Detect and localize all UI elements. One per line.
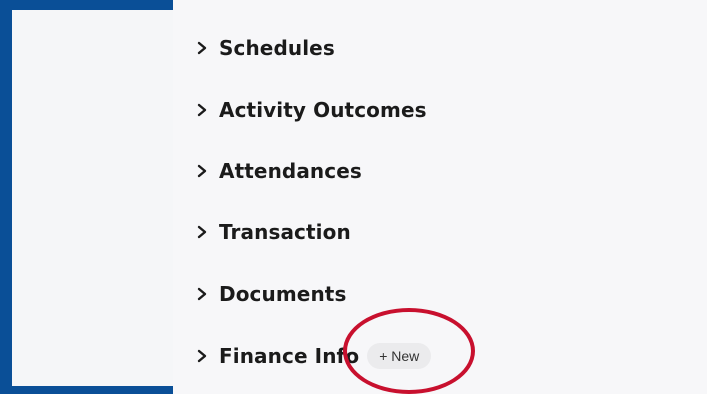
section-activity-outcomes[interactable]: Activity Outcomes <box>195 95 427 125</box>
section-finance-info[interactable]: Finance Info + New <box>195 341 432 371</box>
section-schedules[interactable]: Schedules <box>195 33 335 63</box>
section-label: Schedules <box>219 36 335 60</box>
section-documents[interactable]: Documents <box>195 279 346 309</box>
section-transaction[interactable]: Transaction <box>195 217 351 247</box>
chevron-right-icon <box>197 349 207 363</box>
chevron-right-icon <box>197 103 207 117</box>
section-label: Documents <box>219 282 347 306</box>
chevron-right-icon <box>197 164 207 178</box>
section-label: Finance Info <box>219 344 360 368</box>
section-label: Activity Outcomes <box>219 98 427 122</box>
section-attendances[interactable]: Attendances <box>195 156 362 186</box>
section-label: Transaction <box>219 220 351 244</box>
chevron-right-icon <box>197 41 207 55</box>
chevron-right-icon <box>197 287 207 301</box>
new-finance-info-button[interactable]: + New <box>367 343 432 369</box>
chevron-right-icon <box>197 225 207 239</box>
section-label: Attendances <box>219 159 362 183</box>
